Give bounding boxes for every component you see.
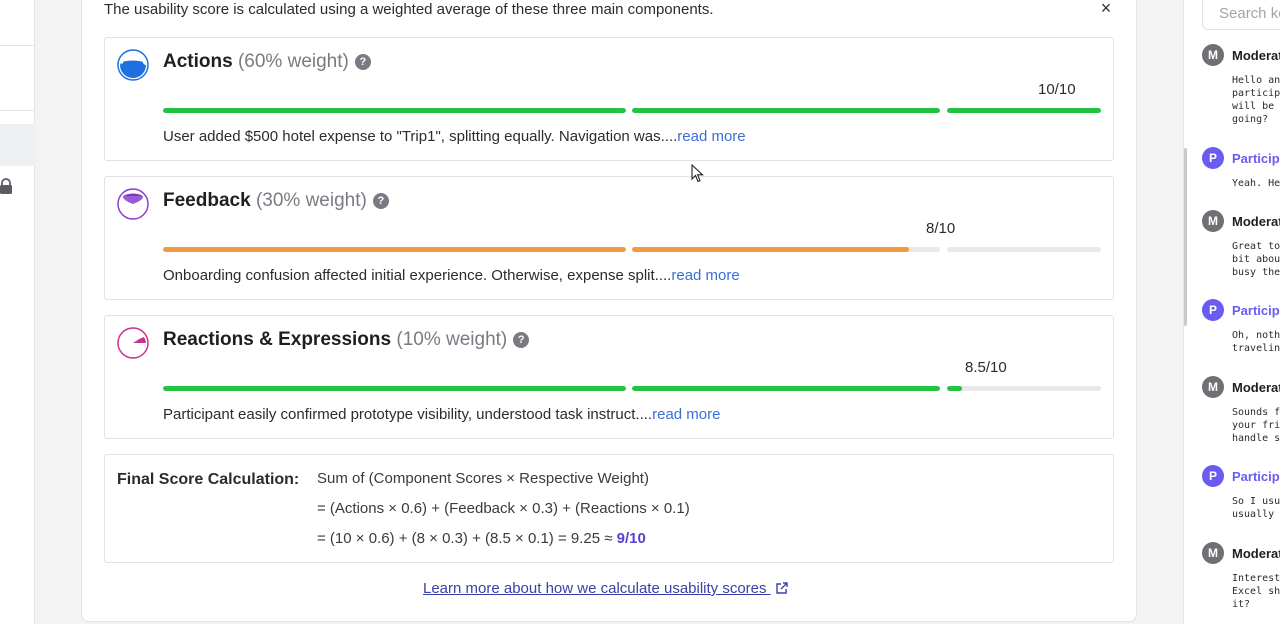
mouse-cursor-icon xyxy=(691,164,704,183)
description-text: Participant easily confirmed prototype v… xyxy=(163,406,653,423)
description-text: Onboarding confusion affected initial ex… xyxy=(163,267,672,284)
score-bar-segment xyxy=(632,108,940,113)
score-bar-segment xyxy=(947,247,1101,252)
score-bar-segment xyxy=(163,247,626,252)
avatar: M xyxy=(1202,210,1224,232)
component-name: Feedback xyxy=(163,190,251,211)
close-button[interactable]: × xyxy=(1098,0,1114,17)
component-card-actions: Actions (60% weight)? 10/10 User added $… xyxy=(104,37,1114,161)
message-text: Great to bit about busy thes xyxy=(1232,241,1280,278)
nav-divider xyxy=(0,45,35,46)
message-text: Oh, nothi traveling xyxy=(1232,330,1280,354)
component-description: User added $500 hotel expense to "Trip1"… xyxy=(163,128,746,145)
component-weight: (30% weight) xyxy=(255,190,367,211)
speaker-name: Moderat xyxy=(1232,546,1280,561)
final-score-calculation: Final Score Calculation: Sum of (Compone… xyxy=(104,454,1114,563)
component-title: Actions (60% weight)? xyxy=(163,51,371,73)
score-bar-fill xyxy=(163,247,626,252)
purple-gauge-icon xyxy=(117,188,149,220)
score-bar-segment xyxy=(632,247,940,252)
message-text: Yeah. Hey xyxy=(1232,178,1280,189)
read-more-link[interactable]: read more xyxy=(671,267,739,284)
final-score-result: 9/10 xyxy=(616,530,646,547)
lock-icon xyxy=(0,178,12,194)
help-icon[interactable]: ? xyxy=(372,193,389,209)
score-bar-segment xyxy=(163,108,626,113)
avatar: P xyxy=(1202,147,1224,169)
message-text: Interesti Excel she it? xyxy=(1232,573,1280,610)
avatar: M xyxy=(1202,44,1224,66)
left-nav xyxy=(0,0,35,624)
avatar: P xyxy=(1202,465,1224,487)
speaker-name: Participa xyxy=(1232,303,1280,318)
score-bar-segment xyxy=(947,108,1101,113)
message-text: So I usua usually w xyxy=(1232,496,1280,520)
message-text: Sounds fu your frie handle sh xyxy=(1232,407,1280,444)
blue-gauge-icon xyxy=(117,49,149,81)
formula-line-3: = (10 × 0.6) + (8 × 0.3) + (8.5 × 0.1) =… xyxy=(317,530,646,547)
help-icon[interactable]: ? xyxy=(354,54,371,70)
component-description: Onboarding confusion affected initial ex… xyxy=(163,267,740,284)
score-bar-fill xyxy=(947,108,1101,113)
score-bar-fill xyxy=(632,108,940,113)
formula-line-1: Sum of (Component Scores × Respective We… xyxy=(317,470,649,487)
score-bar-segment xyxy=(163,386,626,391)
component-name: Actions xyxy=(163,51,233,72)
score-bar-fill xyxy=(163,108,626,113)
nav-active-item[interactable] xyxy=(0,124,35,166)
formula-line-2: = (Actions × 0.6) + (Feedback × 0.3) + (… xyxy=(317,500,690,517)
message-text: Hello and participa will be g going? xyxy=(1232,75,1280,125)
score-bar-fill xyxy=(947,386,963,391)
component-description: Participant easily confirmed prototype v… xyxy=(163,406,720,423)
modal-intro-text: The usability score is calculated using … xyxy=(104,1,714,18)
help-icon[interactable]: ? xyxy=(513,332,530,348)
score-bar-segment xyxy=(947,386,1101,391)
score-bar-fill xyxy=(632,247,910,252)
usability-score-modal: The usability score is calculated using … xyxy=(81,0,1137,622)
speaker-name: Moderat xyxy=(1232,48,1280,63)
avatar: M xyxy=(1202,542,1224,564)
component-weight: (60% weight) xyxy=(237,51,349,72)
speaker-name: Moderat xyxy=(1232,380,1280,395)
component-card-feedback: Feedback (30% weight)? 8/10 Onboarding c… xyxy=(104,176,1114,300)
component-score: 8/10 xyxy=(926,220,956,237)
search-placeholder: Search ke xyxy=(1219,5,1280,22)
score-bar-segment xyxy=(632,386,940,391)
component-name: Reactions & Expressions xyxy=(163,329,392,350)
component-weight: (10% weight) xyxy=(396,329,508,350)
pink-gauge-icon xyxy=(117,327,149,359)
chat-scrollbar[interactable] xyxy=(1184,148,1187,326)
speaker-name: Moderat xyxy=(1232,214,1280,229)
description-text: User added $500 hotel expense to "Trip1"… xyxy=(163,128,678,145)
score-bar-fill xyxy=(632,386,940,391)
speaker-name: Participa xyxy=(1232,151,1280,166)
score-bar-fill xyxy=(163,386,626,391)
learn-more-text: Learn more about how we calculate usabil… xyxy=(423,580,767,597)
search-input[interactable]: Search ke xyxy=(1202,0,1280,30)
component-title: Feedback (30% weight)? xyxy=(163,190,389,212)
formula-line-3-text: = (10 × 0.6) + (8 × 0.3) + (8.5 × 0.1) =… xyxy=(317,530,617,547)
component-score: 10/10 xyxy=(1038,81,1076,98)
learn-more-link[interactable]: Learn more about how we calculate usabil… xyxy=(423,580,789,597)
component-card-reactions: Reactions & Expressions (10% weight)? 8.… xyxy=(104,315,1114,439)
speaker-name: Participa xyxy=(1232,469,1280,484)
read-more-link[interactable]: read more xyxy=(677,128,745,145)
component-score: 8.5/10 xyxy=(965,359,1007,376)
avatar: M xyxy=(1202,376,1224,398)
avatar: P xyxy=(1202,299,1224,321)
chat-transcript-panel: Search ke M Moderat Hello and participa wi… xyxy=(1183,0,1280,624)
read-more-link[interactable]: read more xyxy=(652,406,720,423)
external-link-icon xyxy=(775,582,788,594)
final-score-label: Final Score Calculation: xyxy=(117,471,300,488)
component-title: Reactions & Expressions (10% weight)? xyxy=(163,329,530,351)
nav-divider xyxy=(0,110,35,111)
